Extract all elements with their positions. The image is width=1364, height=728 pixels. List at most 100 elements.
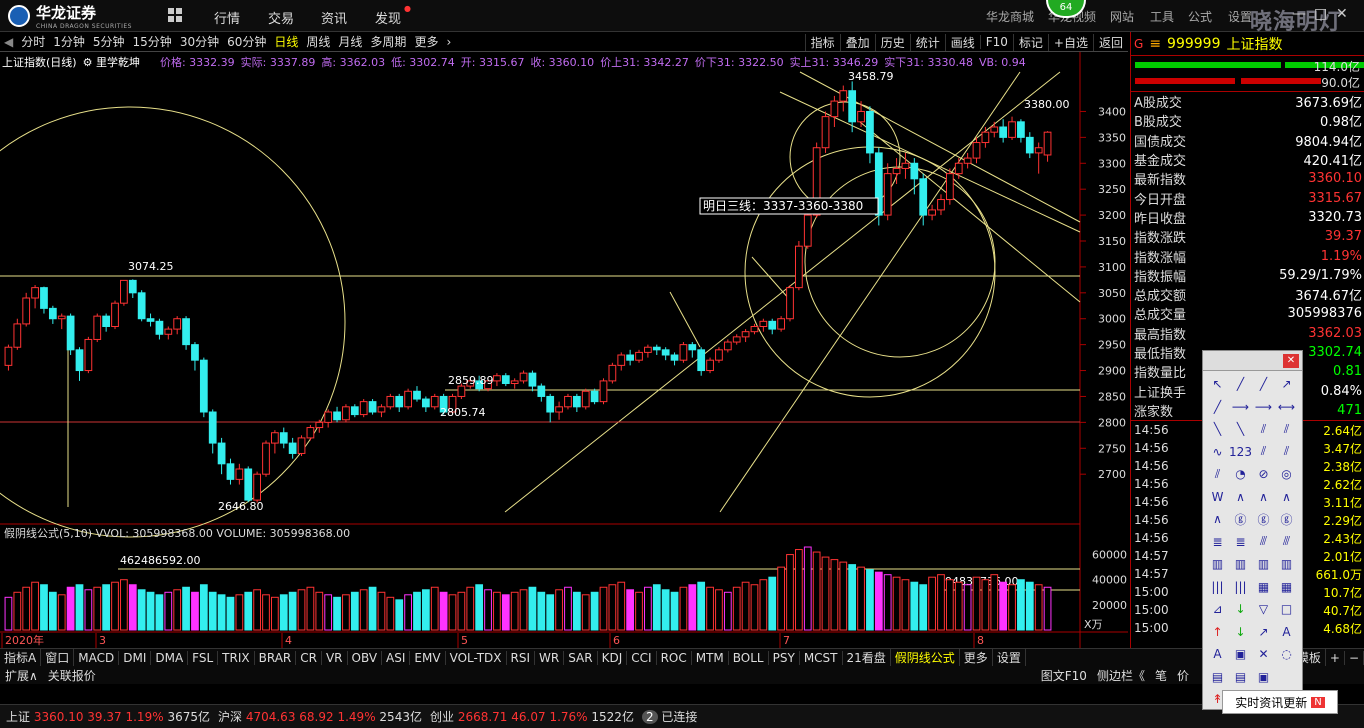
draw-tool-icon[interactable]: ||| bbox=[1206, 576, 1229, 599]
side-tab[interactable]: 图文F10 bbox=[1036, 667, 1092, 684]
tool-history[interactable]: 历史 bbox=[874, 33, 910, 51]
draw-tool-icon[interactable]: ↖ bbox=[1206, 373, 1229, 396]
draw-tool-icon[interactable]: ⫻ bbox=[1275, 531, 1298, 554]
indicator-tab[interactable]: CCI bbox=[627, 650, 657, 665]
menu-lines-icon[interactable]: ≡ bbox=[1149, 36, 1161, 52]
draw-tool-icon[interactable]: ▤ bbox=[1229, 666, 1252, 689]
menu-settings[interactable]: 设置 bbox=[1228, 8, 1252, 25]
draw-tool-icon[interactable]: ▥ bbox=[1229, 553, 1252, 576]
tool-draw[interactable]: 画线 bbox=[944, 33, 980, 51]
template-button[interactable]: + bbox=[1326, 650, 1345, 665]
side-tab[interactable]: 侧边栏《 bbox=[1092, 667, 1150, 684]
indicator-tab[interactable]: 假阴线公式 bbox=[891, 649, 960, 666]
index-quote[interactable]: 上证 3360.10 39.37 1.19% 3675亿 bbox=[6, 708, 210, 725]
indicator-tab[interactable]: KDJ bbox=[598, 650, 628, 665]
draw-tool-icon[interactable]: A bbox=[1206, 643, 1229, 666]
tool-add-watch[interactable]: +自选 bbox=[1047, 33, 1093, 51]
tool-stats[interactable]: 统计 bbox=[909, 33, 945, 51]
indicator-tab[interactable]: 21看盘 bbox=[843, 649, 891, 666]
indicator-tab[interactable]: MACD bbox=[74, 650, 120, 665]
draw-tool-icon[interactable]: ⊿ bbox=[1206, 598, 1229, 621]
news-toast[interactable]: 实时资讯更新 N bbox=[1222, 690, 1338, 714]
period-60min[interactable]: 60分钟 bbox=[223, 33, 270, 50]
maximize-button[interactable]: □ bbox=[1314, 6, 1327, 22]
period-5min[interactable]: 5分钟 bbox=[89, 33, 129, 50]
menu-formula[interactable]: 公式 bbox=[1188, 8, 1212, 25]
grid-menu-icon[interactable] bbox=[168, 8, 182, 22]
draw-tool-icon[interactable]: ↓ bbox=[1229, 621, 1252, 644]
indicator-tab[interactable]: EMV bbox=[410, 650, 446, 665]
draw-tool-icon[interactable]: ▽ bbox=[1252, 598, 1275, 621]
collapse-icon[interactable]: ◀ bbox=[0, 35, 17, 49]
draw-tool-icon[interactable]: ⫽ bbox=[1252, 441, 1275, 464]
draw-tool-icon[interactable]: ◎ bbox=[1275, 463, 1298, 486]
draw-tool-icon[interactable]: ▦ bbox=[1275, 576, 1298, 599]
menu-site[interactable]: 网站 bbox=[1110, 8, 1134, 25]
formula-name[interactable]: ⚙ 里学乾坤 bbox=[83, 54, 140, 70]
draw-tool-icon[interactable]: ⊘ bbox=[1252, 463, 1275, 486]
indicator-tab[interactable]: MTM bbox=[692, 650, 729, 665]
tool-indicator[interactable]: 指标 bbox=[804, 33, 840, 51]
index-quote[interactable]: 沪深 4704.63 68.92 1.49% 2543亿 bbox=[218, 708, 422, 725]
draw-tool-icon[interactable]: ⫽ bbox=[1206, 463, 1229, 486]
indicator-tab[interactable]: DMA bbox=[151, 650, 189, 665]
menu-mall[interactable]: 华龙商城 bbox=[986, 8, 1034, 25]
draw-tool-icon[interactable]: ≣ bbox=[1229, 531, 1252, 554]
draw-tool-icon[interactable]: □ bbox=[1275, 598, 1298, 621]
period-15min[interactable]: 15分钟 bbox=[129, 33, 176, 50]
draw-tool-icon[interactable]: ▣ bbox=[1229, 643, 1252, 666]
indicator-tab[interactable]: FSL bbox=[188, 650, 219, 665]
indicator-tab[interactable]: VR bbox=[322, 650, 348, 665]
draw-tool-icon[interactable]: ||| bbox=[1229, 576, 1252, 599]
draw-tool-icon[interactable]: 123 bbox=[1229, 441, 1252, 464]
indicator-tab[interactable]: RSI bbox=[507, 650, 536, 665]
period-week[interactable]: 周线 bbox=[302, 33, 334, 50]
draw-tool-icon[interactable]: ╱ bbox=[1252, 373, 1275, 396]
draw-tool-icon[interactable]: ∧ bbox=[1252, 486, 1275, 509]
draw-tool-icon[interactable]: ⓖ bbox=[1275, 508, 1298, 531]
draw-tool-icon[interactable]: ⟶ bbox=[1229, 396, 1252, 419]
draw-tool-icon[interactable]: ✕ bbox=[1252, 643, 1275, 666]
period-30min[interactable]: 30分钟 bbox=[176, 33, 223, 50]
indicator-tab[interactable]: BRAR bbox=[255, 650, 297, 665]
period-fenshi[interactable]: 分时 bbox=[17, 33, 49, 50]
draw-tool-icon[interactable]: ≣ bbox=[1206, 531, 1229, 554]
draw-tool-icon[interactable]: ╱ bbox=[1229, 373, 1252, 396]
draw-tool-icon[interactable]: ▥ bbox=[1275, 553, 1298, 576]
draw-tool-icon[interactable]: ◔ bbox=[1229, 463, 1252, 486]
indicator-tab[interactable]: OBV bbox=[348, 650, 383, 665]
draw-tool-icon[interactable]: ⫻ bbox=[1252, 531, 1275, 554]
tool-mark[interactable]: 标记 bbox=[1012, 33, 1048, 51]
indicator-tab[interactable]: TRIX bbox=[218, 650, 255, 665]
draw-tool-icon[interactable]: ∧ bbox=[1275, 486, 1298, 509]
indicator-tab[interactable]: VOL-TDX bbox=[446, 650, 507, 665]
draw-tool-icon[interactable]: ↓ bbox=[1229, 598, 1252, 621]
draw-tool-icon[interactable]: ↑ bbox=[1206, 621, 1229, 644]
side-tab[interactable]: 笔 bbox=[1150, 667, 1172, 684]
draw-tool-icon[interactable] bbox=[1275, 666, 1298, 689]
indicator-tab[interactable]: WR bbox=[535, 650, 565, 665]
tool-f10[interactable]: F10 bbox=[979, 35, 1013, 49]
draw-tool-icon[interactable]: ▤ bbox=[1206, 666, 1229, 689]
draw-tool-icon[interactable]: ⫽ bbox=[1275, 418, 1298, 441]
draw-panel-header[interactable]: ✕ bbox=[1203, 351, 1302, 371]
indicator-tab[interactable]: 更多 bbox=[960, 649, 993, 666]
draw-tool-icon[interactable]: ⟷ bbox=[1275, 396, 1298, 419]
indicator-tab[interactable]: DMI bbox=[119, 650, 152, 665]
indicator-tab[interactable]: CR bbox=[296, 650, 322, 665]
draw-tool-icon[interactable]: ↗ bbox=[1252, 621, 1275, 644]
indicator-tab[interactable]: ASI bbox=[382, 650, 411, 665]
draw-tool-icon[interactable]: ⟶ bbox=[1252, 396, 1275, 419]
draw-tool-icon[interactable]: W bbox=[1206, 486, 1229, 509]
template-button[interactable]: − bbox=[1345, 650, 1364, 665]
indicator-tab[interactable]: 设置 bbox=[993, 649, 1026, 666]
close-button[interactable]: ✕ bbox=[1336, 6, 1348, 22]
draw-tool-icon[interactable]: ∧ bbox=[1206, 508, 1229, 531]
tool-overlay[interactable]: 叠加 bbox=[839, 33, 875, 51]
draw-tool-icon[interactable]: ⫽ bbox=[1252, 418, 1275, 441]
extend-button[interactable]: 关联报价 bbox=[43, 667, 101, 684]
period-multi[interactable]: 多周期 bbox=[366, 33, 410, 50]
indicator-tab[interactable]: ROC bbox=[657, 650, 692, 665]
draw-tool-icon[interactable]: ⫽ bbox=[1275, 441, 1298, 464]
side-tab[interactable]: 价 bbox=[1172, 667, 1194, 684]
